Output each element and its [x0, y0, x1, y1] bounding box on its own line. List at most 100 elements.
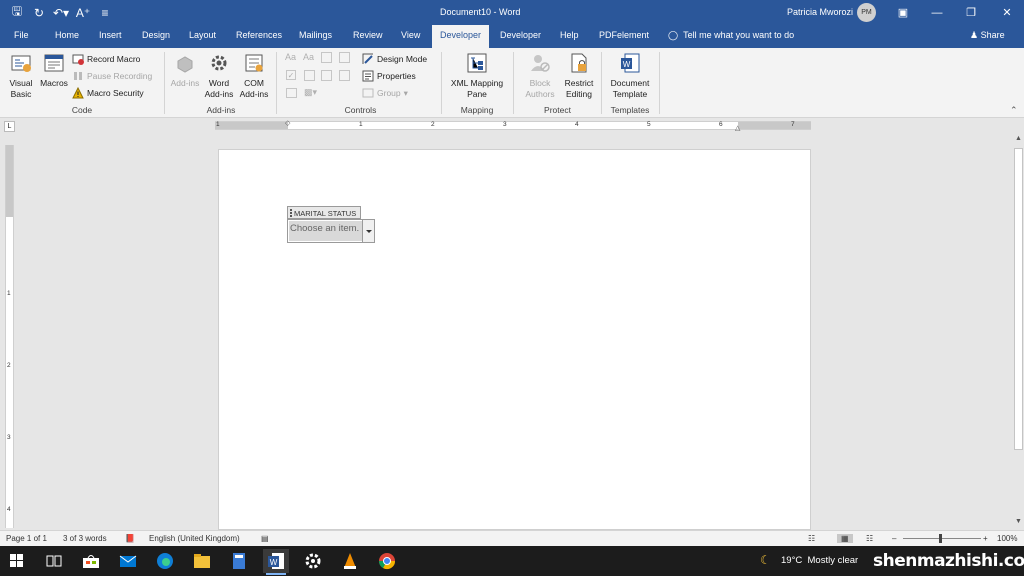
word-add-ins-button[interactable]: Word Add-ins [200, 52, 238, 100]
separator [164, 52, 165, 114]
tab-mailings[interactable]: Mailings [299, 30, 332, 40]
language-indicator[interactable]: English (United Kingdom) [149, 534, 240, 543]
scroll-up-icon[interactable]: ▲ [1013, 135, 1024, 147]
print-layout-icon[interactable]: ▦ [837, 534, 853, 543]
tab-layout[interactable]: Layout [189, 30, 216, 40]
macros-button[interactable]: Macros [38, 52, 70, 89]
user-avatar[interactable]: PM [857, 3, 876, 22]
drop-down-control-icon[interactable] [321, 70, 332, 81]
plain-text-control-icon[interactable]: Aa [303, 52, 314, 62]
tab-developer[interactable]: Developer [500, 30, 541, 40]
store-icon[interactable] [78, 549, 104, 573]
date-picker-control-icon[interactable] [339, 70, 350, 81]
tab-home[interactable]: Home [55, 30, 79, 40]
combo-box-control-icon[interactable] [304, 70, 315, 81]
properties-button[interactable]: Properties [362, 70, 416, 82]
ruler-top-margin [6, 145, 13, 217]
vertical-scrollbar[interactable]: ▲ ▼ [1013, 135, 1024, 530]
vlc-icon[interactable] [337, 549, 363, 573]
word-taskbar-icon[interactable]: W [263, 549, 289, 575]
content-control-title-tab[interactable]: MARITAL STATUS [287, 206, 361, 219]
xml-mapping-pane-button[interactable]: XML Mapping Pane [446, 52, 508, 100]
dropdown-list-control[interactable]: Choose an item. [287, 219, 375, 243]
record-macro-button[interactable]: Record Macro [72, 53, 140, 65]
tab-design[interactable]: Design [142, 30, 170, 40]
zoom-slider-thumb[interactable] [939, 534, 942, 543]
tab-references[interactable]: References [236, 30, 282, 40]
task-view-icon[interactable] [41, 549, 67, 573]
visual-basic-button[interactable]: Visual Basic [6, 52, 36, 100]
macro-recording-icon[interactable]: ▤ [261, 534, 269, 543]
windows-start-icon[interactable] [4, 549, 30, 573]
file-explorer-icon[interactable] [189, 549, 215, 573]
read-mode-icon[interactable]: ☷ [808, 534, 815, 543]
pause-recording-button[interactable]: Pause Recording [72, 70, 152, 82]
macro-security-button[interactable]: Macro Security [72, 86, 144, 99]
tab-insert[interactable]: Insert [99, 30, 122, 40]
zoom-slider[interactable] [903, 538, 981, 539]
vertical-ruler[interactable]: 1 2 3 4 [5, 145, 14, 528]
zoom-out-button[interactable]: – [892, 534, 896, 543]
undo-icon[interactable]: ↶▾ [50, 2, 72, 24]
repeating-section-control-icon[interactable] [286, 88, 297, 98]
svg-text:W: W [623, 60, 631, 69]
zoom-level[interactable]: 100% [997, 534, 1017, 543]
calculator-icon[interactable] [226, 549, 252, 573]
collapse-ribbon-icon[interactable]: ⌃ [1010, 105, 1018, 116]
word-count[interactable]: 3 of 3 words [63, 534, 107, 543]
web-layout-icon[interactable]: ☷ [866, 534, 873, 543]
templates-group-label: Templates [610, 105, 650, 115]
com-add-ins-button[interactable]: COM Add-ins [236, 52, 272, 100]
indent-marker[interactable]: ◇ [285, 119, 290, 127]
building-block-control-icon[interactable] [339, 52, 350, 63]
mail-icon[interactable] [115, 549, 141, 573]
tab-pdfelement[interactable]: PDFelement [599, 30, 649, 40]
tab-review[interactable]: Review [353, 30, 383, 40]
user-name[interactable]: Patricia Mworozi [787, 7, 853, 17]
scroll-down-icon[interactable]: ▼ [1013, 518, 1024, 530]
tab-file[interactable]: File [14, 30, 29, 40]
tab-selector[interactable]: L [4, 121, 15, 132]
status-bar: Page 1 of 1 3 of 3 words 📕 English (Unit… [0, 530, 1024, 546]
group-button[interactable]: Group ▾ [362, 87, 408, 99]
zoom-in-button[interactable]: + [983, 534, 988, 543]
chrome-icon[interactable] [374, 549, 400, 573]
rich-text-control-icon[interactable]: Aa [285, 52, 296, 62]
restore-icon[interactable]: ❐ [954, 0, 988, 25]
scroll-thumb[interactable] [1014, 148, 1023, 450]
right-indent-marker[interactable]: △ [735, 124, 740, 132]
read-aloud-icon[interactable]: A⁺ [72, 2, 94, 24]
edge-icon[interactable] [152, 549, 178, 573]
tab-view[interactable]: View [401, 30, 420, 40]
add-ins-button[interactable]: Add-ins [170, 52, 200, 89]
checkbox-control-icon[interactable]: ✓ [286, 70, 296, 80]
ribbon-display-options-icon[interactable]: ▣ [886, 0, 920, 25]
save-icon[interactable]: 🖫 [6, 2, 28, 24]
restrict-editing-button[interactable]: Restrict Editing [561, 52, 597, 100]
horizontal-ruler[interactable]: 1 1 2 3 4 5 6 7 ◇ △ [215, 119, 811, 132]
tell-me-search[interactable]: ◯ Tell me what you want to do [668, 30, 794, 41]
tab-developer-active[interactable]: Developer [432, 25, 490, 48]
drag-handle-icon[interactable] [290, 209, 292, 217]
autosave-icon[interactable]: ↻ [28, 2, 50, 24]
settings-gear-icon[interactable] [300, 549, 326, 573]
block-authors-button[interactable]: Block Authors [520, 52, 560, 100]
page-count[interactable]: Page 1 of 1 [6, 534, 47, 543]
picture-control-icon[interactable] [321, 52, 332, 63]
person-icon: ♟ [970, 30, 979, 40]
close-icon[interactable]: ✕ [990, 0, 1024, 25]
customize-qat-icon[interactable]: ≡ [94, 2, 116, 24]
weather-widget[interactable]: 19°C Mostly clear [781, 555, 858, 566]
minimize-icon[interactable]: — [920, 0, 954, 25]
separator [659, 52, 660, 114]
group-label: Group [377, 88, 401, 98]
tab-help[interactable]: Help [560, 30, 579, 40]
share-button[interactable]: ♟ Share [970, 30, 1005, 41]
proofing-icon[interactable]: 📕 [125, 534, 135, 543]
moon-weather-icon[interactable]: ☾ [760, 553, 771, 567]
chevron-down-icon[interactable] [362, 220, 374, 242]
design-mode-button[interactable]: Design Mode [362, 53, 427, 65]
document-template-button[interactable]: W Document Template [606, 52, 654, 100]
dropdown-placeholder[interactable]: Choose an item. [289, 221, 363, 241]
legacy-tools-icon[interactable]: ▩▾ [304, 87, 317, 98]
